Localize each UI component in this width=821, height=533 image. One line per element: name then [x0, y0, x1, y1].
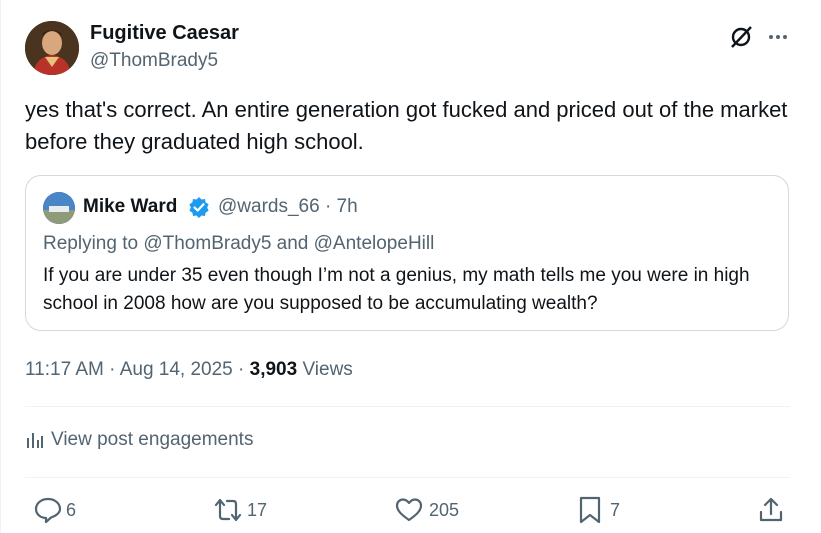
- replying-to-line: Replying to @ThomBrady5 and @AntelopeHil…: [43, 233, 435, 254]
- tweet-timestamp: 11:17 AM · Aug 14, 2025 · 3,903 Views: [25, 359, 353, 381]
- quote-handle-time[interactable]: @wards_66 · 7h: [218, 196, 358, 218]
- views-label: Views: [297, 359, 353, 380]
- view-engagements-link[interactable]: View post engagements: [25, 429, 253, 451]
- reply-icon: [34, 497, 62, 524]
- quote-author-avatar[interactable]: [43, 192, 75, 224]
- time-date[interactable]: 11:17 AM · Aug 14, 2025 ·: [25, 359, 250, 380]
- author-name[interactable]: Fugitive Caesar: [90, 22, 239, 45]
- share-icon: [759, 497, 783, 522]
- verified-badge-icon: [189, 197, 209, 218]
- reply-count: 6: [66, 500, 77, 520]
- author-handle[interactable]: @ThomBrady5: [90, 50, 218, 72]
- retweet-count: 17: [247, 500, 268, 520]
- tweet-text: yes that's correct. An entire generation…: [25, 97, 788, 154]
- more-icon[interactable]: [766, 25, 790, 49]
- like-icon: [395, 498, 423, 522]
- engagements-label: View post engagements: [51, 429, 254, 450]
- share-button[interactable]: [756, 495, 786, 525]
- bookmark-button[interactable]: 7: [577, 495, 627, 525]
- divider-bottom: [25, 477, 790, 478]
- retweet-icon: [214, 498, 242, 522]
- views-count: 3,903: [249, 359, 298, 380]
- bookmark-icon: [579, 496, 601, 524]
- quote-text: If you are under 35 even though I’m not …: [43, 265, 750, 314]
- bookmark-count: 7: [610, 500, 621, 520]
- grok-icon[interactable]: [728, 24, 754, 50]
- retweet-button[interactable]: 17: [212, 495, 282, 525]
- divider-top: [25, 406, 790, 407]
- author-avatar[interactable]: [25, 21, 79, 75]
- reply-button[interactable]: 6: [33, 495, 93, 525]
- quoted-tweet[interactable]: Mike Ward @wards_66 · 7h Replying to @Th…: [25, 175, 789, 331]
- analytics-icon: [27, 432, 43, 448]
- like-button[interactable]: 205: [394, 495, 474, 525]
- like-count: 205: [429, 500, 460, 520]
- left-border: [0, 0, 1, 533]
- quote-author-name[interactable]: Mike Ward: [83, 196, 177, 218]
